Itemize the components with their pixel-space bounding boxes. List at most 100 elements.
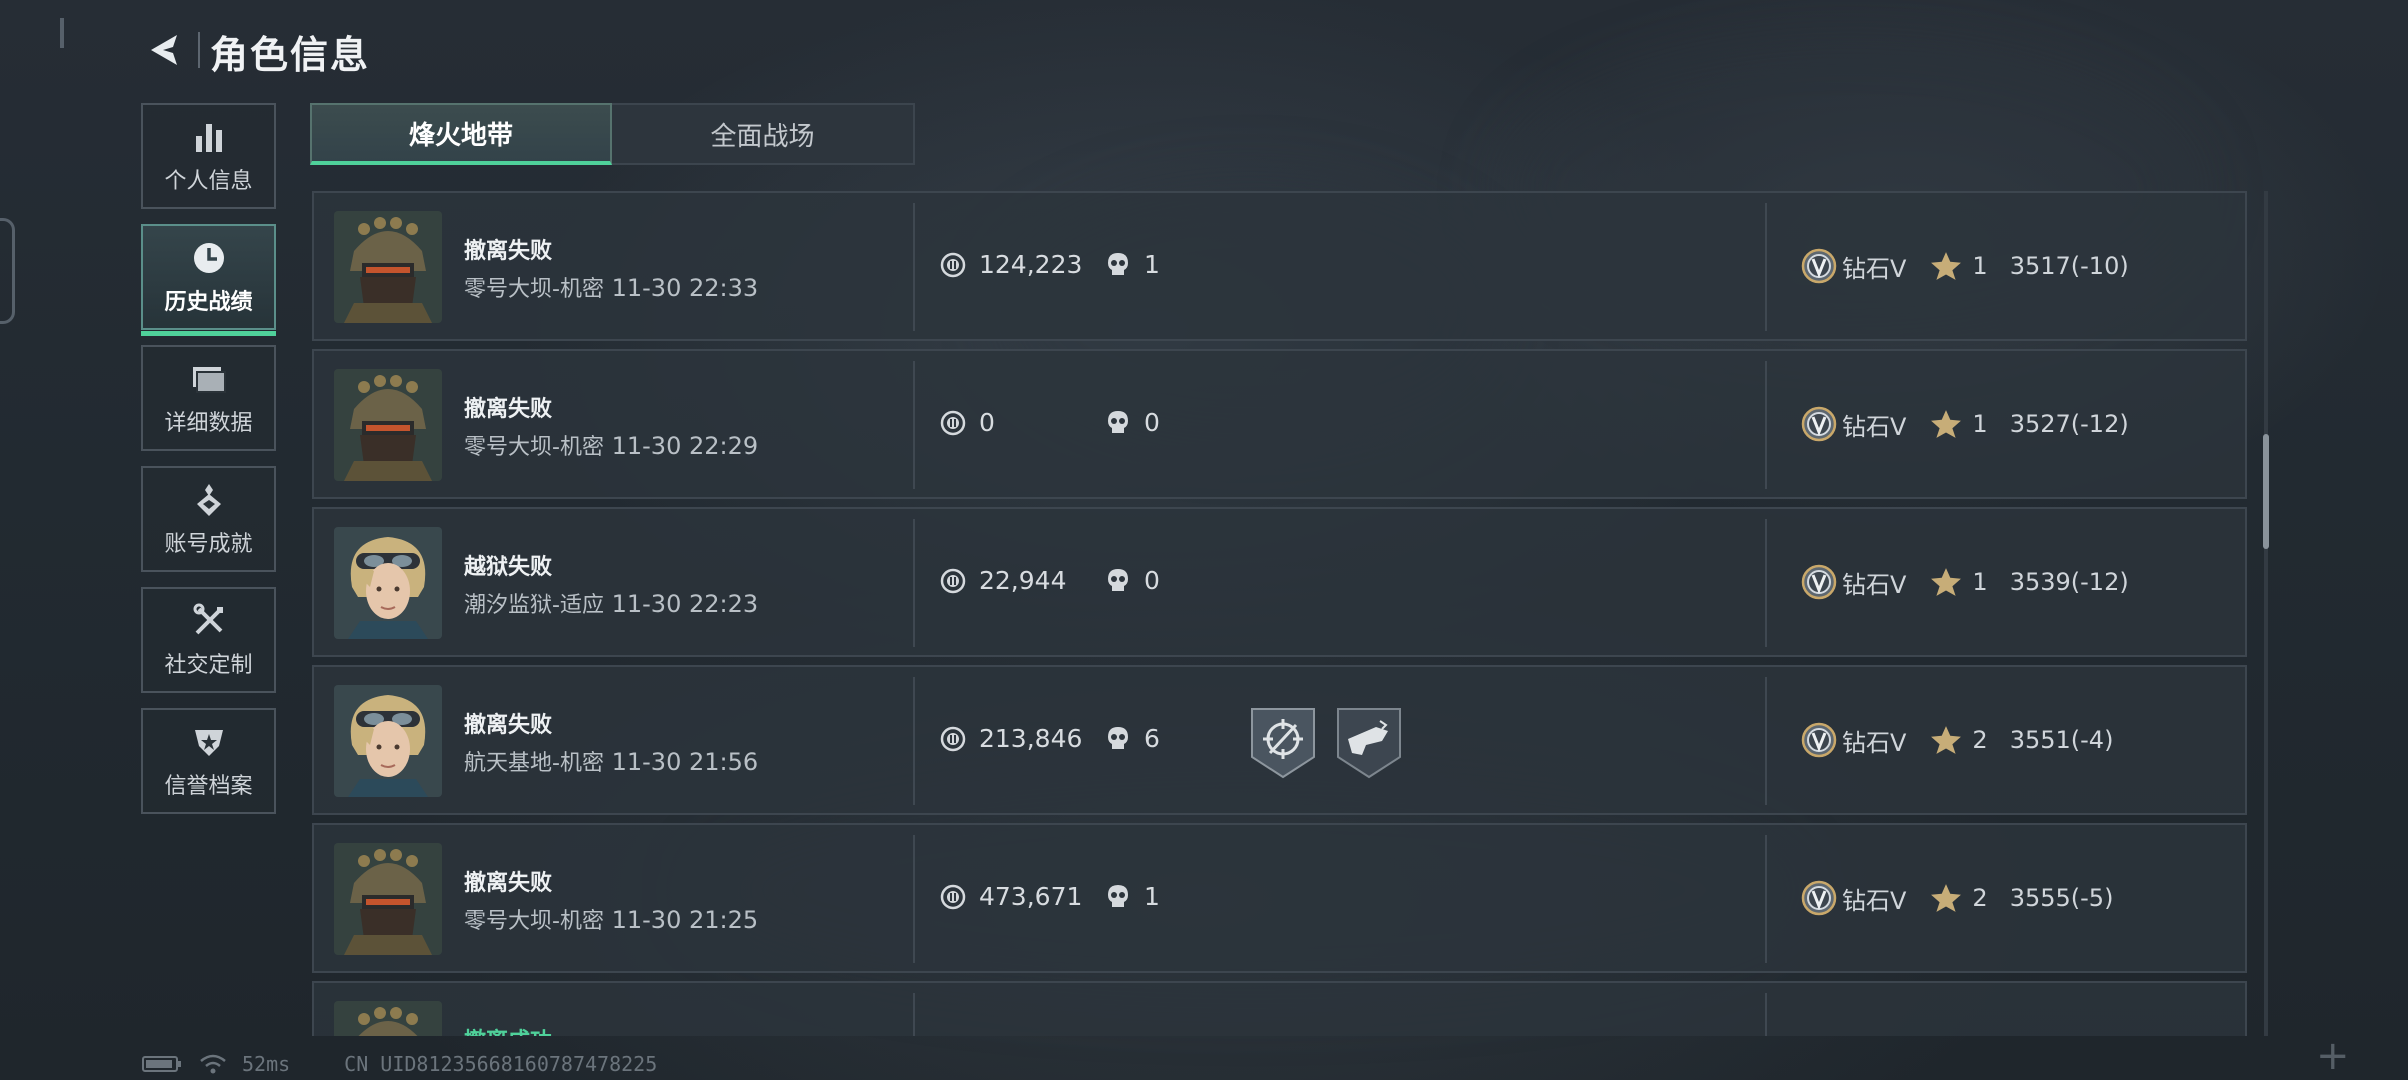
loot-value: 213,846: [979, 724, 1083, 753]
back-arrow-icon: [151, 35, 177, 65]
map-name: 航天基地-机密: [464, 751, 604, 776]
operator-avatar: [334, 527, 442, 639]
tools-icon: [189, 601, 229, 641]
star-icon: [1930, 882, 1962, 914]
star-count: 2: [1972, 884, 1988, 912]
side-edge-marker: [0, 218, 15, 324]
kill-count: 6: [1144, 724, 1160, 753]
column-divider: [913, 361, 915, 489]
nav-item-achievements[interactable]: 账号成就: [141, 466, 276, 572]
column-divider: [1765, 361, 1767, 489]
page-title: 角色信息: [210, 33, 371, 77]
side-nav: 个人信息 历史战绩 详细数据 账号成就 社交定制 信誉档案: [141, 103, 280, 829]
rank-info: 钻石V 1 3517(-10): [1800, 247, 2129, 285]
loot-value: 0: [979, 408, 995, 437]
ping-text: 52ms: [242, 1052, 291, 1076]
shield-star-icon: [189, 722, 229, 762]
tab-full-battlefield[interactable]: 全面战场: [612, 103, 915, 165]
map-name: 潮汐监狱-适应: [464, 593, 604, 618]
list-scroll-thumb[interactable]: [2263, 434, 2269, 549]
match-time: 11-30 21:25: [611, 906, 759, 934]
match-record-row[interactable]: 撤离成功: [312, 981, 2247, 1036]
folder-icon: [189, 359, 229, 399]
rank-score: 3555(-5): [2009, 884, 2114, 912]
match-result: 撤离失败: [464, 871, 553, 896]
back-button[interactable]: [140, 26, 188, 74]
match-record-row[interactable]: 撤离失败 零号大坝-机密 11-30 21:25 473,671 1 钻石V 2…: [312, 823, 2247, 973]
map-name: 零号大坝-机密: [464, 277, 604, 302]
diamond-rank-icon: [1800, 247, 1838, 285]
nav-item-credit-record[interactable]: 信誉档案: [141, 708, 276, 814]
rank-score: 3527(-12): [2009, 410, 2129, 438]
star-icon: [1930, 724, 1962, 756]
clock-icon: [189, 238, 229, 278]
star-count: 2: [1972, 726, 1988, 754]
star-count: 1: [1972, 252, 1988, 280]
match-result: 撤离失败: [464, 713, 553, 738]
nav-item-match-history[interactable]: 历史战绩: [141, 224, 276, 336]
skull-icon: [1104, 883, 1132, 911]
match-meta: 潮汐监狱-适应 11-30 22:23: [464, 587, 758, 619]
coin-icon: [939, 409, 967, 437]
loot-value: 473,671: [979, 882, 1083, 911]
match-record-row[interactable]: 撤离失败 零号大坝-机密 11-30 22:29 0 0 钻石V 1 3527(…: [312, 349, 2247, 499]
diamond-rank-icon: [1800, 879, 1838, 917]
nav-item-label: 账号成就: [164, 532, 253, 557]
tab-warzone[interactable]: 烽火地带: [310, 103, 612, 165]
match-meta: 零号大坝-机密 11-30 22:33: [464, 271, 758, 303]
nav-item-label: 详细数据: [164, 411, 253, 436]
top-edge-marker: [60, 18, 64, 48]
gun-badge-icon[interactable]: [1336, 707, 1402, 779]
rank-info: 钻石V 1 3539(-12): [1800, 563, 2129, 601]
star-icon: [1930, 408, 1962, 440]
star-icon: [1930, 250, 1962, 282]
header-divider: [198, 32, 200, 68]
match-record-row[interactable]: 撤离失败 航天基地-机密 11-30 21:56 213,846 6 钻石V 2…: [312, 665, 2247, 815]
loot-value-stat: 473,671: [939, 882, 1082, 911]
kill-count: 0: [1144, 566, 1160, 595]
operator-avatar: [334, 843, 442, 955]
column-divider: [1765, 835, 1767, 963]
operator-avatar: [334, 369, 442, 481]
rank-name: 钻石V: [1842, 254, 1907, 283]
column-divider: [913, 203, 915, 331]
loot-value-stat: 213,846: [939, 724, 1082, 753]
loot-value: 124,223: [979, 250, 1083, 279]
loot-value: 22,944: [979, 566, 1067, 595]
rank-info: 钻石V 2 3551(-4): [1800, 721, 2113, 759]
nav-item-social-custom[interactable]: 社交定制: [141, 587, 276, 693]
crosshair-badge-icon[interactable]: [1250, 707, 1316, 779]
operator-avatar: [334, 1001, 442, 1036]
diamond-rank-icon: [1800, 563, 1838, 601]
column-divider: [913, 519, 915, 647]
loot-value-stat: 22,944: [939, 566, 1066, 595]
column-divider: [913, 835, 915, 963]
match-result: 越狱失败: [464, 555, 553, 580]
operator-avatar: [334, 685, 442, 797]
list-scroll-track[interactable]: [2264, 191, 2268, 1036]
nav-item-personal-info[interactable]: 个人信息: [141, 103, 276, 209]
skull-icon: [1104, 725, 1132, 753]
match-meta: 航天基地-机密 11-30 21:56: [464, 745, 758, 777]
uid-text: CN UID8123566816078747822​5: [344, 1052, 658, 1076]
match-record-row[interactable]: 撤离失败 零号大坝-机密 11-30 22:33 124,223 1 钻石V 1…: [312, 191, 2247, 341]
kills-stat: 6: [1104, 724, 1160, 753]
match-time: 11-30 22:29: [611, 432, 759, 460]
match-result: 撤离失败: [464, 239, 553, 264]
nav-item-detailed-data[interactable]: 详细数据: [141, 345, 276, 451]
diamond-rank-icon: [1800, 721, 1838, 759]
nav-item-label: 信誉档案: [164, 774, 253, 799]
loot-value-stat: 0: [939, 408, 995, 437]
rank-score: 3551(-4): [2009, 726, 2114, 754]
skull-icon: [1104, 251, 1132, 279]
rank-name: 钻石V: [1842, 886, 1907, 915]
kill-count: 0: [1144, 408, 1160, 437]
column-divider: [1765, 993, 1767, 1036]
coin-icon: [939, 725, 967, 753]
kills-stat: 1: [1104, 250, 1160, 279]
star-icon: [1930, 566, 1962, 598]
corner-plus-icon: +: [2316, 1033, 2350, 1079]
kills-stat: 1: [1104, 882, 1160, 911]
match-record-row[interactable]: 越狱失败 潮汐监狱-适应 11-30 22:23 22,944 0 钻石V 1 …: [312, 507, 2247, 657]
kill-count: 1: [1144, 250, 1160, 279]
